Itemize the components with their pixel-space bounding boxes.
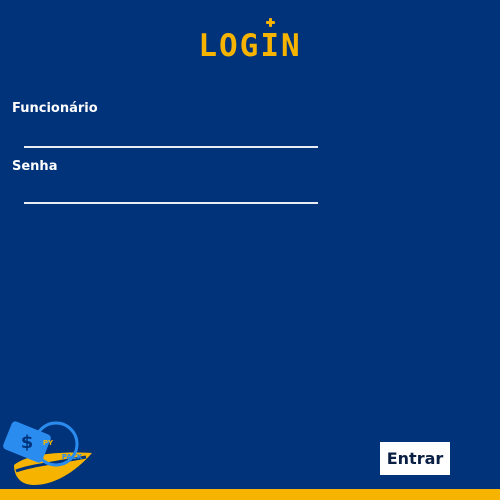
app-logo: $ PY PACK [3, 421, 92, 485]
password-label: Senha [12, 159, 58, 174]
plus-icon [266, 18, 275, 27]
employee-label: Funcionário [12, 101, 98, 116]
password-input[interactable] [24, 180, 318, 204]
footer-accent-bar [0, 489, 500, 500]
logo-currency-symbol: $ [21, 432, 34, 453]
page-title: LOGIN [198, 28, 302, 64]
entrar-button[interactable]: Entrar [380, 442, 450, 475]
logo-text-top: PY [43, 439, 54, 447]
employee-input[interactable] [24, 124, 318, 148]
logo-text-bottom: PACK [62, 453, 83, 461]
